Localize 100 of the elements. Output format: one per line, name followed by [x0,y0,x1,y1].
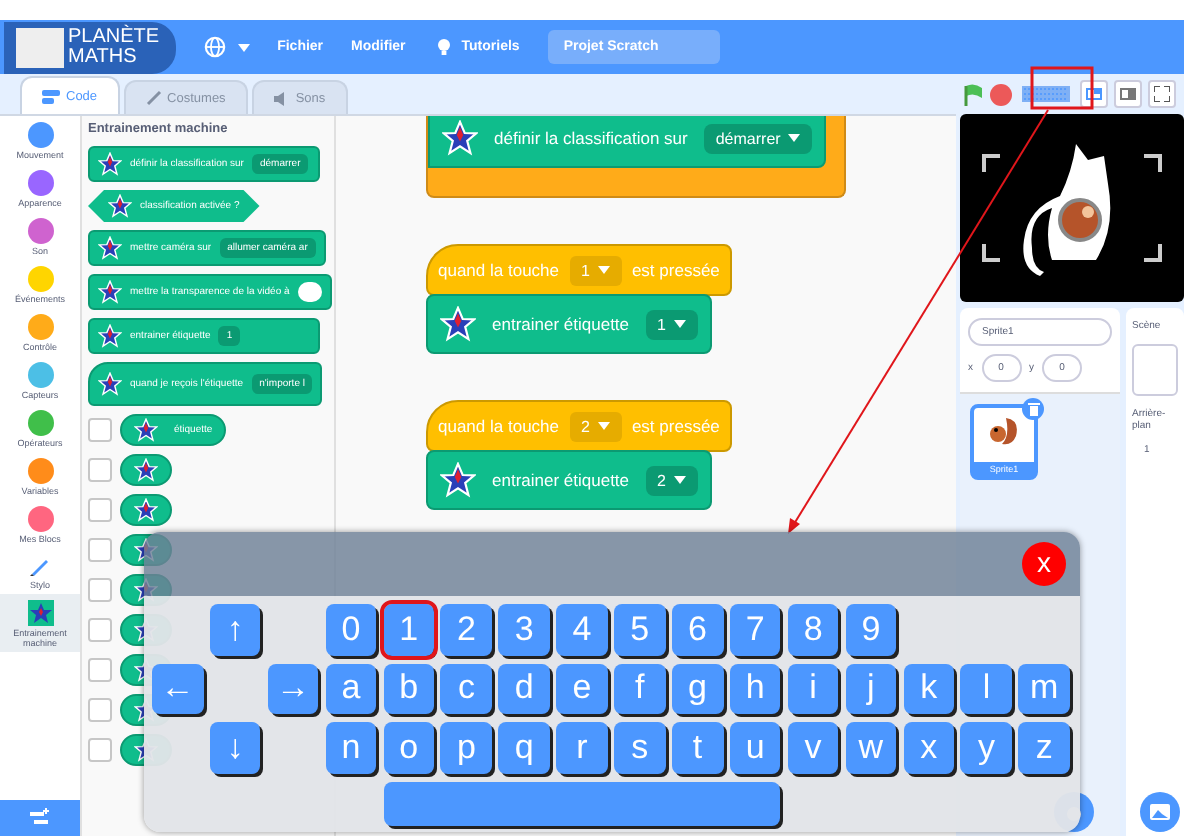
command-block[interactable]: définir la classification sur démarrer [428,116,827,168]
checkbox[interactable] [88,418,112,442]
keyboard-key[interactable]: q [498,722,550,773]
small-stage-button[interactable] [1080,80,1108,108]
caret-icon [597,422,610,430]
keyboard-key[interactable]: r [556,722,608,773]
keyboard-key[interactable]: h [729,663,781,714]
add-extension-button[interactable] [0,800,80,836]
keyboard-key[interactable]: i [787,663,839,714]
keyboard-key[interactable]: 1 [383,604,435,655]
block-dropdown[interactable]: 2 [569,411,622,441]
command-block[interactable]: entrainer étiquette 2 [426,450,712,510]
block-label: est pressée [631,260,720,280]
stage[interactable] [960,114,1184,302]
keyboard-key[interactable]: u [729,722,781,773]
reporter-block[interactable] [120,454,172,486]
keyboard-icon [1022,86,1070,102]
star-icon [98,280,122,304]
block-label: est pressée [631,416,720,436]
keyboard-key[interactable]: 9 [845,604,897,655]
checkbox[interactable] [88,698,112,722]
fullscreen-icon [1154,86,1170,102]
space-key[interactable] [383,781,781,825]
keyboard-key[interactable]: v [787,722,839,773]
keyboard-button[interactable] [1018,80,1074,108]
keyboard-key[interactable]: s [614,722,666,773]
block-label: définir la classification sur [494,128,688,148]
code-icon [42,89,60,103]
keyboard-key[interactable]: e [556,663,608,714]
keyboard-key[interactable]: y [960,722,1012,773]
arrow-key[interactable]: → [267,663,319,714]
keyboard-key[interactable]: k [903,663,955,714]
keyboard-key[interactable]: 5 [614,604,666,655]
keyboard-key[interactable]: d [498,663,550,714]
keyboard-key[interactable]: z [1018,722,1070,773]
block-dropdown[interactable]: 1 [569,255,622,285]
keyboard-key[interactable]: a [325,663,377,714]
keyboard-key[interactable]: o [383,722,435,773]
fullscreen-button[interactable] [1148,80,1176,108]
star-icon [440,306,476,342]
keyboard-key[interactable]: p [440,722,492,773]
arrow-key[interactable]: ← [152,663,203,714]
keyboard-key[interactable]: b [383,663,435,714]
small-stage-icon [1086,88,1102,100]
stop-icon[interactable] [990,83,1012,105]
keyboard-key[interactable]: 3 [498,604,550,655]
star-icon [440,462,476,498]
checkbox[interactable] [88,458,112,482]
checkbox[interactable] [88,538,112,562]
star-icon [134,418,158,442]
star-icon [442,120,478,156]
keyboard-key[interactable]: 7 [729,604,781,655]
keyboard-key[interactable]: w [845,722,897,773]
backdrop-thumbnail[interactable] [1132,344,1178,396]
hat-block[interactable]: quand la touche 2 est pressée [426,400,732,452]
image-icon [1150,804,1170,820]
keyboard-key[interactable]: n [325,722,377,773]
command-block[interactable]: entrainer étiquette 1 [426,294,712,354]
pen-icon [28,554,52,578]
control-block[interactable]: définir la classification sur démarrer [426,116,846,198]
keyboard-key[interactable]: 2 [440,604,492,655]
trash-icon [1027,402,1039,416]
number-input[interactable] [297,282,322,302]
keyboard-key[interactable]: 4 [556,604,608,655]
keyboard-key[interactable]: c [440,663,492,714]
block-dropdown[interactable]: 2 [645,465,698,495]
block-dropdown[interactable]: 1 [645,309,698,339]
delete-button[interactable] [1022,398,1044,420]
keyboard-key[interactable]: f [614,663,666,714]
keyboard-key[interactable]: j [845,663,897,714]
highlight-frame [1030,66,1094,110]
block-dropdown[interactable]: démarrer [703,123,813,153]
keyboard-key[interactable]: 8 [787,604,839,655]
keyboard-key[interactable]: 6 [672,604,724,655]
arrow-key[interactable]: ↑ [209,604,261,655]
keyboard-key[interactable]: g [672,663,724,714]
flag-icon[interactable] [964,83,984,105]
keyboard-key[interactable]: t [672,722,724,773]
large-stage-button[interactable] [1114,80,1142,108]
logo[interactable]: PLANÈTE MATHS [4,21,176,73]
close-button[interactable]: x [1022,542,1066,586]
checkbox[interactable] [88,498,112,522]
arrow-key[interactable]: ↓ [209,722,261,773]
extension-icon [28,808,52,828]
star-icon [98,236,122,260]
keyboard-key[interactable]: l [960,663,1012,714]
keyboard-key[interactable]: x [903,722,955,773]
checkbox[interactable] [88,618,112,642]
brush-icon [145,90,162,106]
speaker-icon [273,91,290,105]
caret-icon [237,43,250,51]
checkbox[interactable] [88,578,112,602]
star-icon [98,324,122,348]
language-button[interactable] [203,36,250,58]
checkbox[interactable] [88,658,112,682]
reporter-block[interactable] [120,494,172,526]
hat-block[interactable]: quand la touche 1 est pressée [426,244,732,296]
keyboard-key[interactable]: 0 [325,604,377,655]
keyboard-key[interactable]: m [1018,663,1070,714]
checkbox[interactable] [88,738,112,762]
